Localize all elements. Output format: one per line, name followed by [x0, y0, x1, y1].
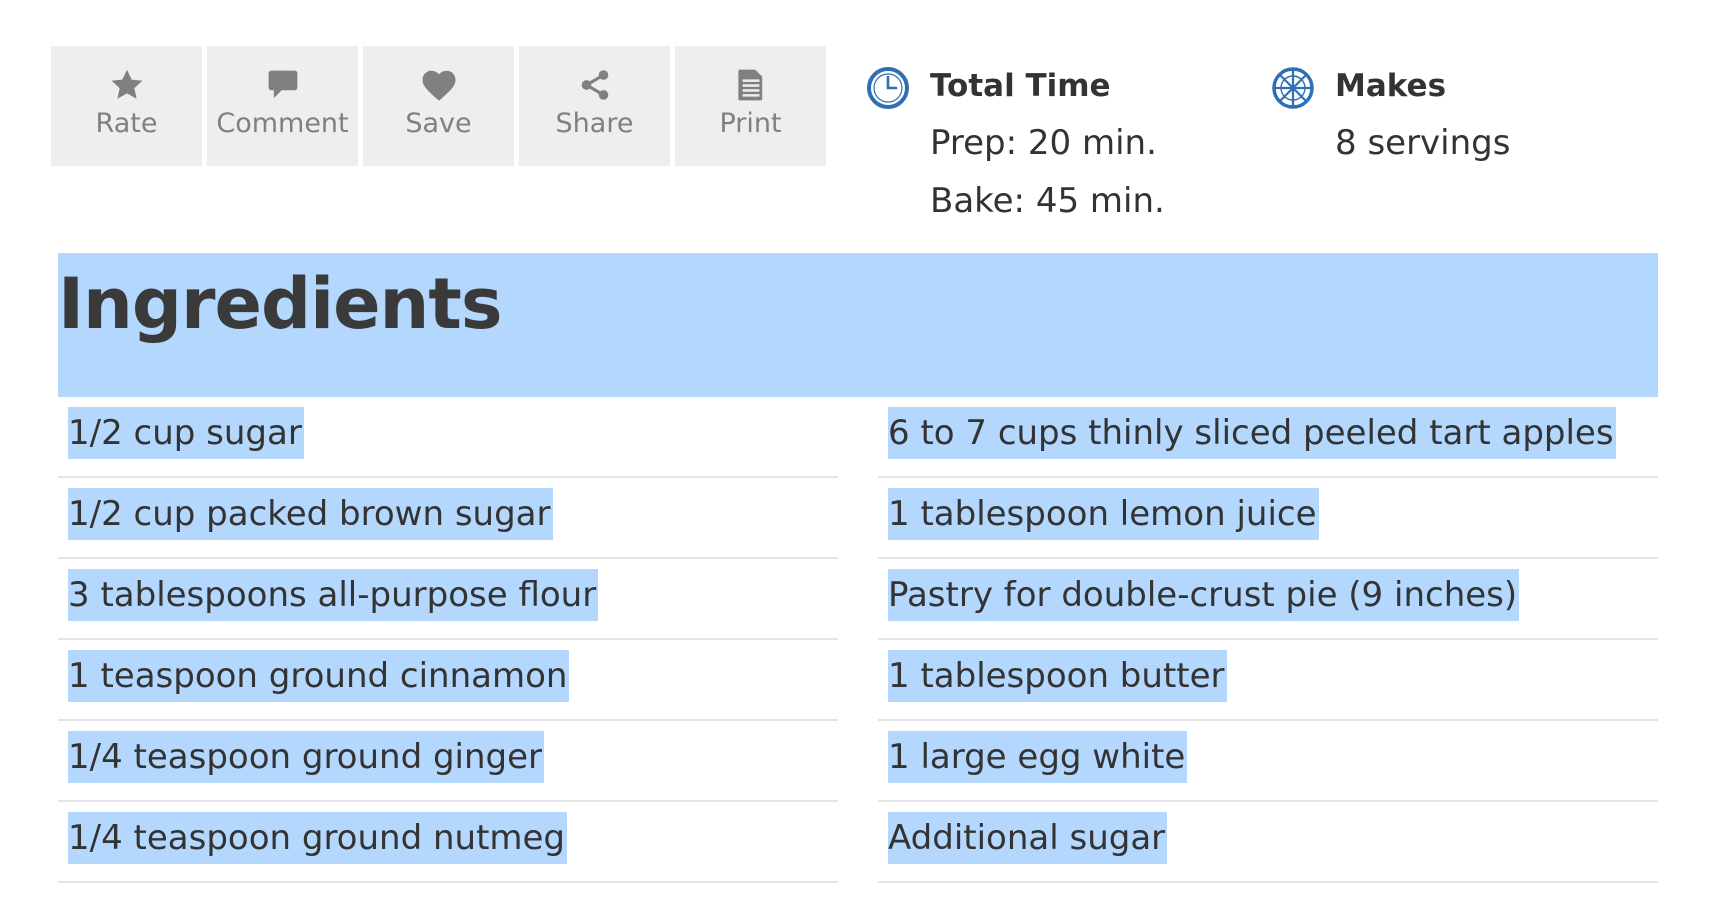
star-icon: [108, 66, 146, 104]
ingredient-text: Pastry for double-crust pie (9 inches): [888, 569, 1520, 621]
save-label: Save: [405, 108, 472, 139]
share-button[interactable]: Share: [519, 46, 670, 166]
ingredients-list-left: 1/2 cup sugar 1/2 cup packed brown sugar…: [58, 397, 838, 883]
pie-servings-icon: [1271, 66, 1315, 110]
ingredients-list-right: 6 to 7 cups thinly sliced peeled tart ap…: [878, 397, 1658, 883]
ingredient-text: 1 teaspoon ground cinnamon: [68, 650, 570, 702]
ingredient-text: 1/4 teaspoon ground ginger: [68, 731, 545, 783]
ingredients-header: Ingredients: [58, 253, 1658, 397]
share-icon: [576, 66, 614, 104]
list-item: 1/2 cup sugar: [58, 397, 838, 478]
list-item: 1 tablespoon butter: [878, 640, 1658, 721]
ingredients-title: Ingredients: [58, 263, 503, 345]
list-item: 3 tablespoons all-purpose flour: [58, 559, 838, 640]
total-time-value: Prep: 20 min. Bake: 45 min.: [930, 123, 1165, 221]
heart-icon: [420, 66, 458, 104]
list-item: 1/2 cup packed brown sugar: [58, 478, 838, 559]
list-item: Pastry for double-crust pie (9 inches): [878, 559, 1658, 640]
ingredient-text: 1/2 cup packed brown sugar: [68, 488, 553, 540]
ingredient-text: 6 to 7 cups thinly sliced peeled tart ap…: [888, 407, 1616, 459]
total-time-heading: Total Time: [930, 68, 1111, 104]
list-item: 1/4 teaspoon ground nutmeg: [58, 802, 838, 883]
list-item: Additional sugar: [878, 802, 1658, 883]
list-item: 1 tablespoon lemon juice: [878, 478, 1658, 559]
list-item: 1 large egg white: [878, 721, 1658, 802]
ingredient-text: 1 tablespoon lemon juice: [888, 488, 1319, 540]
ingredient-text: 1/4 teaspoon ground nutmeg: [68, 812, 568, 864]
comment-icon: [264, 66, 302, 104]
ingredient-text: Additional sugar: [888, 812, 1168, 864]
comment-label: Comment: [216, 108, 349, 139]
comment-button[interactable]: Comment: [207, 46, 358, 166]
rate-label: Rate: [95, 108, 158, 139]
rate-button[interactable]: Rate: [51, 46, 202, 166]
makes-heading: Makes: [1335, 68, 1447, 104]
recipe-toolbar: Rate Comment Save Share Print: [51, 46, 826, 166]
print-button[interactable]: Print: [675, 46, 826, 166]
list-item: 6 to 7 cups thinly sliced peeled tart ap…: [878, 397, 1658, 478]
total-time-block: Total Time Prep: 20 min. Bake: 45 min.: [866, 64, 1260, 230]
share-label: Share: [555, 108, 634, 139]
list-item: 1 teaspoon ground cinnamon: [58, 640, 838, 721]
save-button[interactable]: Save: [363, 46, 514, 166]
makes-block: Makes 8 servings: [1271, 64, 1510, 172]
ingredient-text: 3 tablespoons all-purpose flour: [68, 569, 599, 621]
print-icon: [732, 66, 770, 104]
clock-icon: [866, 66, 910, 110]
ingredient-text: 1/2 cup sugar: [68, 407, 304, 459]
ingredient-text: 1 tablespoon butter: [888, 650, 1227, 702]
print-label: Print: [719, 108, 782, 139]
list-item: 1/4 teaspoon ground ginger: [58, 721, 838, 802]
makes-value: 8 servings: [1335, 123, 1511, 163]
ingredient-text: 1 large egg white: [888, 731, 1188, 783]
